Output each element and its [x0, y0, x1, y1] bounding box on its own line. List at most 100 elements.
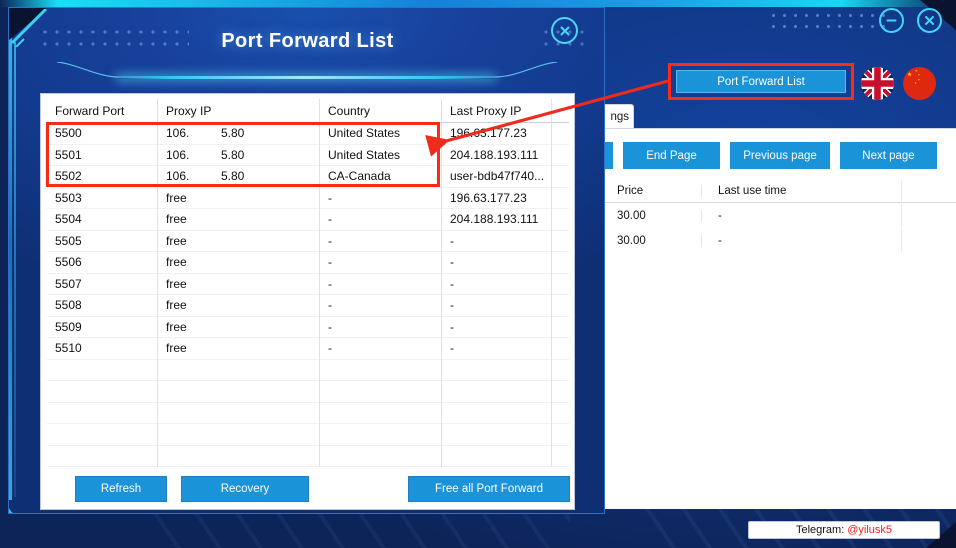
- window-top-accent-strip: [0, 0, 956, 7]
- table-body: 5500 106. 5.80 United States 196.63.177.23 55…: [47, 122, 569, 467]
- cell-last-use-time: -: [701, 234, 901, 247]
- cell-empty: [319, 380, 441, 402]
- dialog-left-accent: [9, 30, 12, 500]
- cell-forward-port: 5508: [55, 298, 82, 313]
- cell-last-proxy-ip: user-bdb47f740...: [441, 165, 551, 187]
- cell-extra: [551, 165, 569, 187]
- cell-country: CA-Canada: [319, 165, 441, 187]
- screen-root: Port Forward List ngs Page End Page P: [0, 0, 956, 548]
- cell-empty: [441, 380, 551, 402]
- cell-proxy-ip: free: [157, 294, 319, 316]
- column-header-forward-port: Forward Port: [55, 103, 125, 118]
- table-row[interactable]: 5507 free - -: [47, 273, 569, 295]
- column-header-last-proxy-ip: Last Proxy IP: [441, 98, 551, 123]
- next-page-button[interactable]: Next page: [840, 142, 937, 169]
- cell-extra: [551, 337, 569, 359]
- table-row-empty[interactable]: [47, 445, 569, 467]
- port-forward-list-dialog: Port Forward List Forward Port Proxy IP …: [8, 7, 605, 514]
- telegram-handle[interactable]: @yilusk5: [847, 524, 892, 536]
- cell-last-proxy-ip: 196.63.177.23: [441, 122, 551, 144]
- column-header-country: Country: [319, 98, 441, 123]
- cell-last-proxy-ip: -: [441, 337, 551, 359]
- end-page-button[interactable]: End Page: [623, 142, 720, 169]
- cell-country: -: [319, 294, 441, 316]
- pagination-toolbar: Page End Page Previous page Next page: [543, 141, 956, 170]
- dialog-title-divider: [57, 62, 557, 84]
- cell-proxy-ip: free: [157, 230, 319, 252]
- table-row[interactable]: 5509 free - -: [47, 316, 569, 338]
- cell-price: 30.00: [617, 234, 646, 247]
- cell-empty: [551, 359, 569, 381]
- cell-forward-port: 5500: [55, 126, 82, 141]
- table-row[interactable]: 5510 free - -: [47, 337, 569, 360]
- telegram-label: Telegram:: [795, 524, 845, 536]
- table-row[interactable]: 5503 free -196.63.177.23: [47, 187, 569, 209]
- cell-last-proxy-ip: -: [441, 251, 551, 273]
- cell-empty: [551, 402, 569, 424]
- cell-country: -: [319, 251, 441, 273]
- cell-extra: [551, 294, 569, 316]
- table-row[interactable]: 5508 free - -: [47, 294, 569, 317]
- minimize-icon[interactable]: [879, 8, 904, 33]
- refresh-button[interactable]: Refresh: [75, 476, 167, 502]
- cell-price: 30.00: [617, 209, 646, 222]
- china-flag-icon[interactable]: [903, 67, 936, 100]
- cell-extra: [551, 316, 569, 338]
- cell-extra: [551, 144, 569, 166]
- cell-last-proxy-ip: -: [441, 316, 551, 338]
- proxy-ip-prefix: 106.: [166, 147, 190, 162]
- cell-empty: [157, 423, 319, 445]
- cell-country: -: [319, 316, 441, 338]
- cell-empty: [157, 380, 319, 402]
- dialog-close-icon[interactable]: [551, 17, 578, 44]
- cell-extra: [901, 204, 956, 227]
- dialog-table-card: Forward Port Proxy IP Country Last Proxy…: [40, 93, 575, 510]
- cell-empty: [551, 380, 569, 402]
- table-row-empty[interactable]: [47, 423, 569, 446]
- table-row-empty[interactable]: [47, 402, 569, 424]
- cell-forward-port: 5510: [55, 341, 82, 356]
- cell-empty: [551, 445, 569, 467]
- cell-extra: [551, 251, 569, 273]
- cell-proxy-ip: free: [157, 251, 319, 273]
- cell-empty: [319, 402, 441, 424]
- cell-country: -: [319, 337, 441, 359]
- cell-country: -: [319, 273, 441, 295]
- previous-page-button[interactable]: Previous page: [730, 142, 830, 169]
- background-table-header: Price Last use time: [601, 179, 956, 203]
- table-row[interactable]: 5501 106. 5.80 United States 204.188.193.111: [47, 144, 569, 166]
- uk-flag-icon[interactable]: [861, 67, 894, 100]
- table-row[interactable]: 5502 106. 5.80 CA-Canada user-bdb47f740...: [47, 165, 569, 188]
- proxy-ip-prefix: 106.: [166, 169, 190, 184]
- table-row[interactable]: 5500 106. 5.80 United States 196.63.177.23: [47, 122, 569, 145]
- cell-empty: [47, 381, 157, 403]
- cell-proxy-ip: free: [157, 208, 319, 230]
- cell-country: -: [319, 187, 441, 209]
- table-row[interactable]: 5504 free -204.188.193.111: [47, 208, 569, 231]
- cell-proxy-ip: free: [157, 187, 319, 209]
- table-row[interactable]: 5506 free - -: [47, 251, 569, 274]
- table-row[interactable]: 30.00 -: [601, 203, 956, 228]
- table-row-empty[interactable]: [47, 359, 569, 381]
- dialog-divider-glow: [117, 76, 495, 79]
- close-icon[interactable]: [917, 8, 942, 33]
- free-all-port-forward-button[interactable]: Free all Port Forward: [408, 476, 570, 502]
- cell-country: -: [319, 208, 441, 230]
- column-header-price: Price: [617, 185, 644, 197]
- table-row[interactable]: 30.00 -: [601, 228, 956, 253]
- cell-last-proxy-ip: -: [441, 230, 551, 252]
- cell-empty: [319, 359, 441, 381]
- cell-last-use-time: -: [701, 209, 901, 222]
- column-header-extra: [901, 179, 956, 203]
- table-row[interactable]: 5505 free - -: [47, 230, 569, 252]
- column-header-extra: [551, 98, 569, 123]
- cell-forward-port: 5503: [55, 190, 82, 205]
- table-row-empty[interactable]: [47, 380, 569, 403]
- port-forward-list-button[interactable]: Port Forward List: [676, 70, 846, 93]
- cell-empty: [47, 424, 157, 446]
- cell-country: United States: [319, 122, 441, 144]
- proxy-ip-suffix: 5.80: [221, 169, 245, 184]
- column-header-proxy-ip: Proxy IP: [157, 98, 319, 123]
- recovery-button[interactable]: Recovery: [181, 476, 309, 502]
- cell-extra: [551, 187, 569, 209]
